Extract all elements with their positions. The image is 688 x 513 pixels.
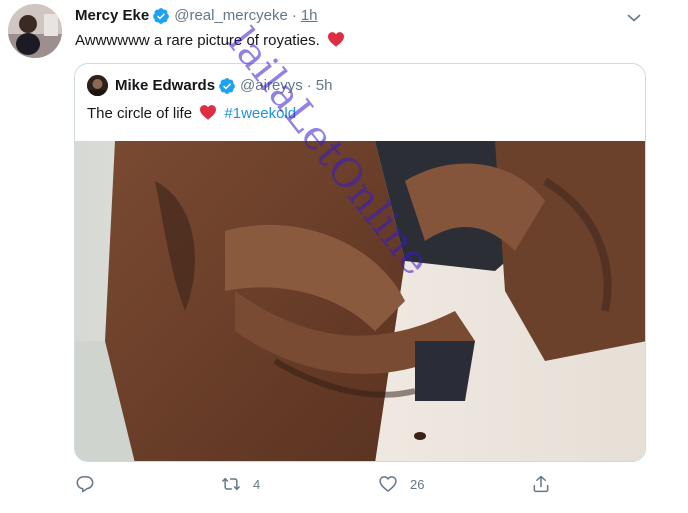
quoted-tweet-time[interactable]: 5h	[316, 76, 333, 96]
author-avatar[interactable]	[8, 4, 62, 58]
tweet-actions: 4 26	[75, 474, 565, 498]
quoted-tweet-photo[interactable]	[75, 141, 645, 461]
quoted-tweet-text-body: The circle of life	[87, 105, 193, 122]
heart-outline-icon	[379, 476, 397, 492]
quoted-tweet-text: The circle of life #1weekold	[87, 103, 296, 125]
quoted-tweet-header: Mike Edwards @aireyys · 5h	[115, 76, 332, 96]
heart-emoji-icon	[200, 105, 217, 120]
retweet-count: 4	[253, 476, 261, 492]
separator-dot: ·	[306, 77, 312, 94]
retweet-button[interactable]: 4	[221, 474, 260, 494]
author-handle[interactable]: @real_mercyeke	[174, 6, 288, 26]
retweet-icon	[222, 477, 240, 491]
quoted-author-avatar[interactable]	[87, 75, 108, 96]
quoted-author-name[interactable]: Mike Edwards	[115, 76, 215, 96]
tweet[interactable]: Mercy Eke @real_mercyeke · 1h Awwwwww a …	[0, 0, 688, 513]
share-button[interactable]	[531, 474, 551, 494]
separator-dot: ·	[291, 7, 297, 24]
reply-icon	[76, 476, 94, 493]
quoted-tweet[interactable]: Mike Edwards @aireyys · 5h The circle of…	[74, 63, 646, 462]
like-button[interactable]: 26	[378, 474, 424, 494]
author-name[interactable]: Mercy Eke	[75, 6, 149, 26]
heart-emoji-icon	[327, 32, 344, 47]
chevron-down-icon[interactable]	[626, 10, 642, 26]
tweet-time[interactable]: 1h	[301, 6, 318, 26]
quoted-author-handle[interactable]: @aireyys	[240, 76, 303, 96]
tweet-text: Awwwwww a rare picture of royaties.	[75, 30, 345, 52]
reply-button[interactable]	[75, 474, 95, 494]
hashtag-link[interactable]: #1weekold	[224, 105, 296, 122]
verified-badge-icon	[153, 8, 170, 24]
tweet-text-body: Awwwwww a rare picture of royaties.	[75, 32, 320, 49]
share-icon	[533, 475, 549, 493]
like-count: 26	[410, 476, 425, 492]
tweet-header: Mercy Eke @real_mercyeke · 1h	[75, 6, 318, 26]
verified-badge-icon	[219, 78, 235, 94]
